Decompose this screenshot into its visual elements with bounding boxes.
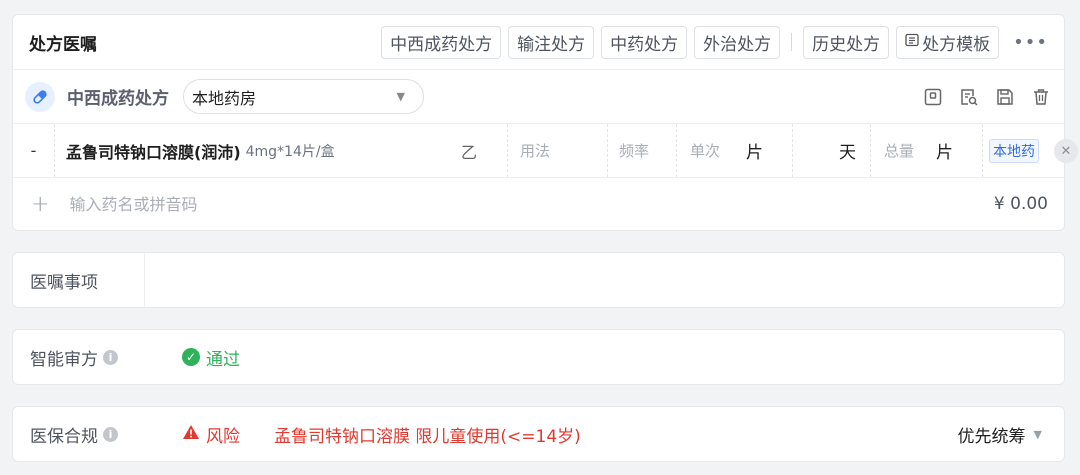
insurance-risk-message: 孟鲁司特钠口溶膜 限儿童使用(<=14岁) — [274, 426, 581, 447]
tab-herbal[interactable]: 中药处方 — [601, 25, 688, 59]
info-icon[interactable]: i — [103, 426, 118, 442]
notes-card: 医嘱事项 — [12, 252, 1065, 308]
close-icon[interactable]: ✕ — [1054, 139, 1078, 163]
total-unit: 片 — [936, 143, 954, 163]
audit-status: ✓ 通过 — [182, 345, 240, 370]
tab-western-chinese-patent[interactable]: 中西成药处方 — [381, 25, 502, 59]
audit-result: 通过 — [206, 349, 240, 370]
preview-search-icon[interactable] — [958, 86, 980, 108]
copy-icon[interactable] — [922, 86, 944, 108]
prescription-type-tabs: 中西成药处方 输注处方 中药处方 外治处方 历史处方 处方模板 ••• — [374, 25, 1048, 59]
prescription-subheader: 中西成药处方 本地药房 ▼ — [13, 70, 1064, 124]
drug-row: - 孟鲁司特钠口溶膜(润沛) 4mg*14片/盒 乙 用法 频率 单次 片 天 … — [13, 124, 1078, 178]
single-dose-placeholder: 单次 — [690, 142, 721, 160]
prescription-subtitle: 中西成药处方 — [67, 89, 169, 109]
trash-icon[interactable] — [1030, 86, 1052, 108]
drug-spec: 4mg*14片/盒 — [245, 143, 335, 160]
total-placeholder: 总量 — [884, 142, 915, 160]
insurance-class: 乙 — [460, 142, 477, 162]
notes-label: 医嘱事项 — [13, 253, 145, 307]
notes-input[interactable] — [145, 253, 1064, 307]
tab-infusion[interactable]: 输注处方 — [508, 25, 595, 59]
tab-divider — [791, 33, 793, 51]
total-price: ¥ 0.00 — [993, 194, 1048, 214]
insurance-label: 医保合规 — [30, 426, 98, 447]
info-icon[interactable]: i — [103, 349, 118, 365]
priority-value: 优先统筹 — [957, 426, 1026, 447]
chevron-down-icon: ▼ — [1033, 427, 1042, 441]
single-dose-unit: 片 — [746, 143, 764, 163]
frequency-field[interactable]: 频率 — [608, 124, 677, 177]
total-quantity-field[interactable]: 总量 片 — [871, 124, 983, 177]
drug-search-input[interactable] — [69, 194, 570, 214]
source-cell: 本地药 — [983, 124, 1039, 177]
warning-icon — [182, 424, 200, 445]
insurance-card: 医保合规 i 风险 孟鲁司特钠口溶膜 限儿童使用(<=14岁) 优先统筹 ▼ — [12, 406, 1065, 462]
prescription-title: 处方医嘱 — [29, 34, 97, 55]
insurance-label-wrap: 医保合规 i — [30, 422, 182, 447]
pill-icon — [25, 81, 55, 112]
add-drug-row: + ¥ 0.00 — [13, 178, 1064, 230]
template-label: 处方模板 — [922, 34, 991, 55]
pharmacy-select[interactable]: 本地药房 ▼ — [183, 79, 424, 114]
usage-field[interactable]: 用法 — [508, 124, 608, 177]
template-list-icon — [905, 33, 919, 51]
drug-index: - — [13, 124, 55, 177]
pharmacy-value: 本地药房 — [192, 88, 257, 108]
save-icon[interactable] — [994, 86, 1016, 108]
prescription-actions — [908, 86, 1052, 108]
insurance-status-text: 风险 — [206, 426, 240, 447]
prescription-header: 处方医嘱 中西成药处方 输注处方 中药处方 外治处方 历史处方 处方模板 ••• — [13, 15, 1064, 70]
single-dose-field[interactable]: 单次 片 — [677, 124, 793, 177]
source-tag: 本地药 — [989, 138, 1039, 163]
check-circle-icon: ✓ — [182, 348, 200, 366]
drug-name: 孟鲁司特钠口溶膜(润沛) — [66, 142, 241, 162]
prescription-template-button[interactable]: 处方模板 — [896, 25, 1000, 59]
audit-label: 智能审方 — [30, 349, 98, 370]
prescription-card: 处方医嘱 中西成药处方 输注处方 中药处方 外治处方 历史处方 处方模板 •••… — [12, 14, 1078, 231]
days-field[interactable]: 天 — [793, 124, 871, 177]
priority-select[interactable]: 优先统筹 ▼ — [958, 422, 1042, 447]
more-options-icon[interactable]: ••• — [1013, 32, 1048, 53]
drug-name-cell[interactable]: 孟鲁司特钠口溶膜(润沛) 4mg*14片/盒 乙 — [55, 124, 508, 177]
insurance-status: 风险 — [182, 422, 240, 447]
plus-icon[interactable]: + — [31, 192, 49, 217]
audit-card: 智能审方 i ✓ 通过 — [12, 329, 1065, 385]
history-prescription-button[interactable]: 历史处方 — [803, 25, 890, 59]
days-unit: 天 — [839, 143, 856, 163]
chevron-down-icon: ▼ — [396, 90, 405, 103]
tab-external[interactable]: 外治处方 — [694, 25, 781, 59]
audit-label-wrap: 智能审方 i — [30, 345, 182, 370]
